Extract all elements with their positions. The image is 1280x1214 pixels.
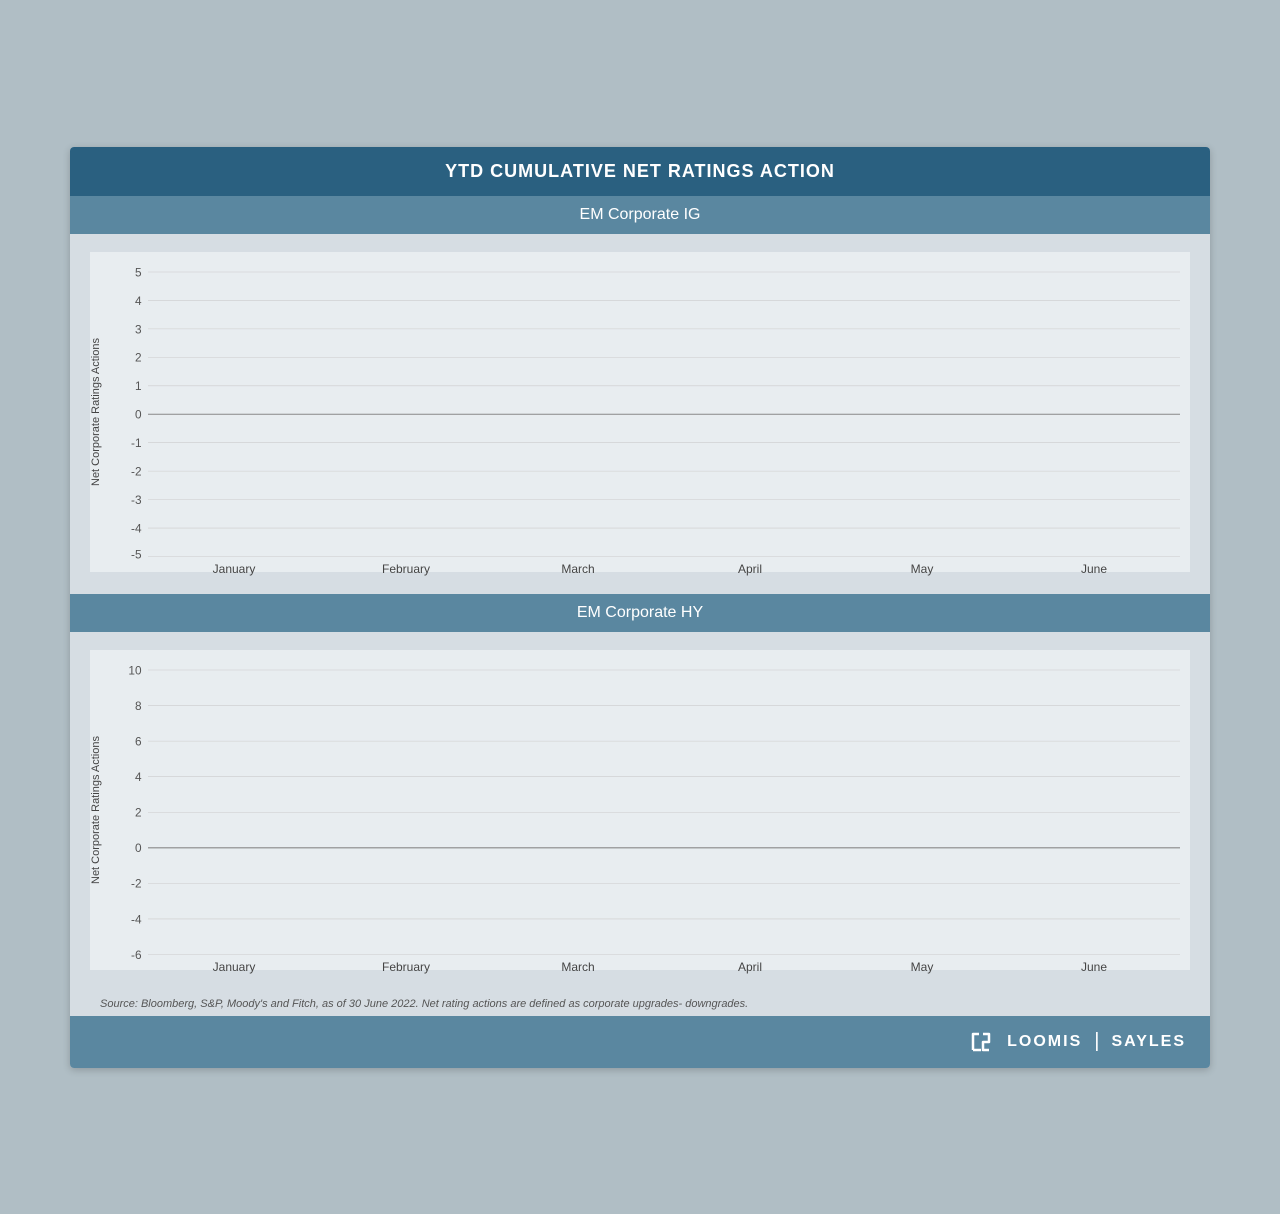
chart1-svg: 5 4 3 2 1 0 -1 -2 -3 -4 -5 bbox=[148, 272, 1180, 557]
chart1-header: EM Corporate IG bbox=[70, 196, 1210, 234]
chart2-x-labels: January February March April May June bbox=[148, 954, 1180, 974]
logo-row: LOOMIS | SAYLES bbox=[70, 1016, 1210, 1068]
chart2-x-may: May bbox=[836, 960, 1008, 974]
logo-area: LOOMIS | SAYLES bbox=[969, 1028, 1186, 1056]
main-title: YTD CUMULATIVE NET RATINGS ACTION bbox=[70, 147, 1210, 196]
chart2-x-jun: June bbox=[1008, 960, 1180, 974]
chart1-inner: 5 4 3 2 1 0 -1 -2 -3 -4 -5 January bbox=[112, 272, 1180, 552]
svg-text:-4: -4 bbox=[131, 521, 142, 535]
chart2-svg: 10 8 6 4 2 0 -2 -4 -6 bbox=[148, 670, 1180, 955]
chart1-y-axis-label: Net Corporate Ratings Actions bbox=[90, 272, 108, 552]
svg-text:-1: -1 bbox=[131, 435, 142, 449]
svg-text:-2: -2 bbox=[131, 876, 142, 890]
chart1-x-may: May bbox=[836, 562, 1008, 576]
svg-text:-6: -6 bbox=[131, 947, 142, 961]
svg-text:0: 0 bbox=[135, 407, 142, 421]
chart2-area: Net Corporate Ratings Actions bbox=[90, 670, 1180, 950]
chart2-x-feb: February bbox=[320, 960, 492, 974]
source-text: Source: Bloomberg, S&P, Moody's and Fitc… bbox=[100, 998, 1180, 1010]
chart1-x-jan: January bbox=[148, 562, 320, 576]
report-card: YTD CUMULATIVE NET RATINGS ACTION EM Cor… bbox=[70, 147, 1210, 1068]
chart1-container: Net Corporate Ratings Actions bbox=[90, 252, 1190, 572]
logo-brand1: LOOMIS bbox=[1007, 1033, 1082, 1051]
svg-text:2: 2 bbox=[135, 350, 142, 364]
svg-text:6: 6 bbox=[135, 734, 142, 748]
chart2-container: Net Corporate Ratings Actions bbox=[90, 650, 1190, 970]
svg-text:4: 4 bbox=[135, 769, 142, 783]
chart1-x-feb: February bbox=[320, 562, 492, 576]
svg-text:4: 4 bbox=[135, 293, 142, 307]
chart2-x-mar: March bbox=[492, 960, 664, 974]
chart1-x-labels: January February March April May June bbox=[148, 556, 1180, 576]
chart2-x-apr: April bbox=[664, 960, 836, 974]
svg-text:2: 2 bbox=[135, 805, 142, 819]
chart1-x-apr: April bbox=[664, 562, 836, 576]
chart2-x-jan: January bbox=[148, 960, 320, 974]
logo-brand2: SAYLES bbox=[1111, 1033, 1186, 1051]
svg-text:-5: -5 bbox=[131, 547, 142, 561]
chart2-plot: 10 8 6 4 2 0 -2 -4 -6 bbox=[148, 670, 1180, 955]
chart2-inner: 10 8 6 4 2 0 -2 -4 -6 January February M… bbox=[112, 670, 1180, 950]
svg-text:-4: -4 bbox=[131, 912, 142, 926]
svg-text:5: 5 bbox=[135, 265, 142, 279]
chart1-plot: 5 4 3 2 1 0 -1 -2 -3 -4 -5 bbox=[148, 272, 1180, 557]
svg-text:-3: -3 bbox=[131, 492, 142, 506]
svg-text:-2: -2 bbox=[131, 464, 142, 478]
logo-separator: | bbox=[1094, 1030, 1099, 1053]
chart2-y-axis-label: Net Corporate Ratings Actions bbox=[90, 670, 108, 950]
svg-text:0: 0 bbox=[135, 841, 142, 855]
chart1-area: Net Corporate Ratings Actions bbox=[90, 272, 1180, 552]
chart1-x-mar: March bbox=[492, 562, 664, 576]
svg-text:10: 10 bbox=[128, 663, 142, 677]
svg-text:1: 1 bbox=[135, 379, 142, 393]
chart1-x-jun: June bbox=[1008, 562, 1180, 576]
footer-section: Source: Bloomberg, S&P, Moody's and Fitc… bbox=[70, 988, 1210, 1016]
svg-text:3: 3 bbox=[135, 322, 142, 336]
chart2-header: EM Corporate HY bbox=[70, 594, 1210, 632]
svg-text:8: 8 bbox=[135, 698, 142, 712]
ls-icon bbox=[969, 1028, 997, 1056]
